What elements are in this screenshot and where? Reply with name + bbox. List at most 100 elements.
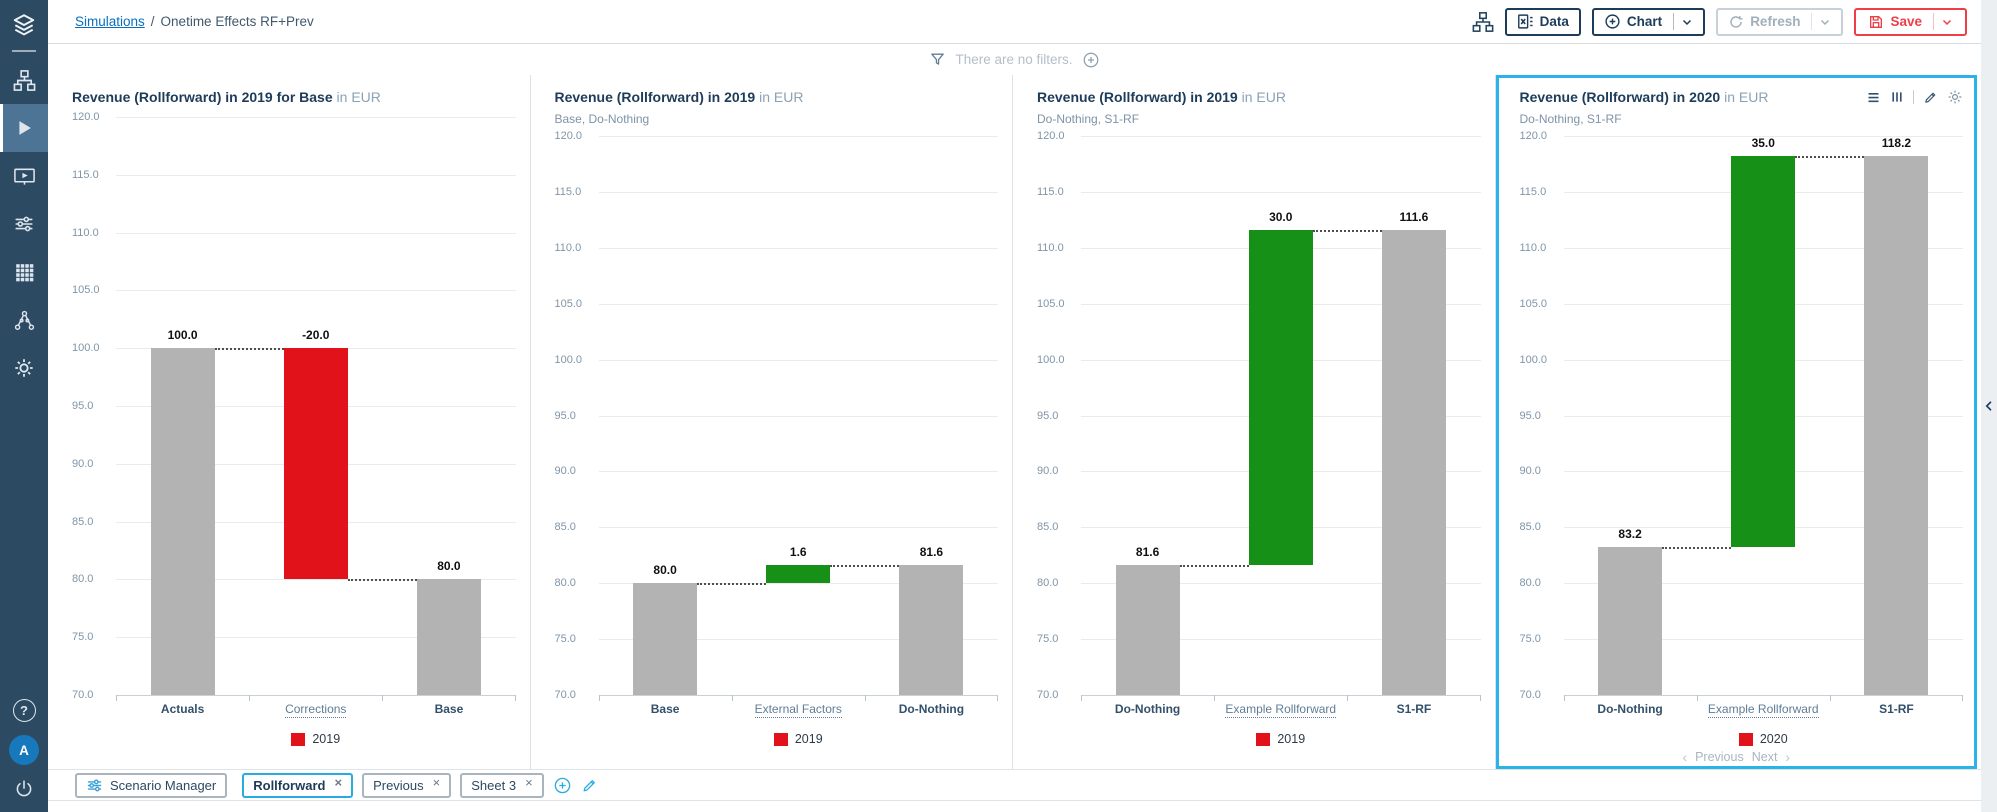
bar-actuals[interactable]	[151, 348, 215, 695]
category-label-s1-rf: S1-RF	[1347, 702, 1480, 716]
chart-title-row: Revenue (Rollforward) in 2019 for Base i…	[72, 89, 516, 107]
chart-panel-3[interactable]: Revenue (Rollforward) in 2019 in EURDo-N…	[1013, 75, 1496, 769]
bar-external-factors[interactable]	[766, 565, 830, 583]
app-logo layers-icon[interactable]	[0, 8, 48, 42]
chart-header: Revenue (Rollforward) in 2019 in EURDo-N…	[1013, 89, 1495, 126]
chart-body: 120.0115.0110.0105.0100.095.090.085.080.…	[1013, 126, 1495, 769]
breadcrumb-link-simulations[interactable]: Simulations	[75, 14, 145, 29]
button-divider	[1933, 13, 1934, 30]
y-tick-label: 95.0	[1520, 410, 1541, 422]
x-axis-tick	[1697, 695, 1698, 701]
category-label-text: Actuals	[161, 702, 204, 716]
help-icon[interactable]: ?	[13, 699, 36, 722]
category-label-text[interactable]: Example Rollforward	[1708, 702, 1819, 718]
refresh-button[interactable]: Refresh	[1716, 8, 1843, 36]
category-axis: Do-NothingExample RollforwardS1-RF	[1564, 695, 1964, 721]
chart-button[interactable]: Chart	[1592, 8, 1705, 36]
chevron-down-icon[interactable]	[1681, 16, 1693, 28]
button-divider	[1811, 13, 1812, 30]
sidebar-item grid-icon[interactable]	[0, 248, 48, 296]
chevron-right-icon: ›	[1785, 749, 1790, 765]
chart-title-suffix: in EUR	[1724, 89, 1768, 105]
sheet-tab-label: Sheet 3	[471, 778, 516, 793]
sitemap-icon[interactable]	[1472, 11, 1494, 33]
bar-corrections[interactable]	[284, 348, 348, 579]
category-label-text[interactable]: External Factors	[755, 702, 842, 718]
y-tick-label: 95.0	[555, 410, 576, 422]
category-label-text[interactable]: Example Rollforward	[1225, 702, 1336, 718]
sidebar-item sitemap-icon[interactable]	[0, 56, 48, 104]
y-tick-label: 70.0	[1520, 689, 1541, 701]
bar-do-nothing[interactable]	[1116, 565, 1180, 695]
chevron-down-icon[interactable]	[1819, 16, 1831, 28]
category-label-text[interactable]: Corrections	[285, 702, 346, 718]
add-filter-icon plus-circle-icon[interactable]	[1082, 51, 1100, 69]
settings-icon[interactable]	[1947, 89, 1963, 105]
scenario-manager-button[interactable]: Scenario Manager	[75, 773, 227, 798]
y-tick-label: 120.0	[72, 111, 100, 123]
legend-swatch	[1256, 733, 1270, 746]
chart-legend: 2019	[599, 725, 999, 753]
sheet-tab-sheet-3[interactable]: Sheet 3 ×	[460, 773, 543, 798]
chevron-left-icon collapse-panel-handle[interactable]	[1983, 399, 1995, 413]
sheet-tab-rollforward[interactable]: Rollforward×	[242, 773, 353, 798]
close-icon[interactable]: ×	[433, 776, 441, 789]
chart-header-icons	[1866, 89, 1963, 105]
category-label-example-rollforward[interactable]: Example Rollforward	[1697, 702, 1830, 716]
sheet-tab-previous[interactable]: Previous×	[362, 773, 451, 798]
edit-icon[interactable]	[1923, 90, 1938, 105]
bar-s1-rf[interactable]	[1864, 156, 1928, 695]
chart-header: Revenue (Rollforward) in 2020 in EURDo-N…	[1496, 89, 1978, 126]
chart-legend: 2019	[1081, 725, 1481, 753]
category-label-external-factors[interactable]: External Factors	[732, 702, 865, 716]
power-icon[interactable]	[13, 778, 35, 800]
avatar[interactable]: A	[9, 735, 39, 765]
chevron-down-icon[interactable]	[1941, 16, 1953, 28]
sidebar-item sliders-icon[interactable]	[0, 200, 48, 248]
chart-panel-1[interactable]: Revenue (Rollforward) in 2019 for Base i…	[48, 75, 531, 769]
y-tick-label: 95.0	[1037, 410, 1058, 422]
sidebar-item play-icon[interactable]	[0, 104, 48, 152]
sheet-tabs: Rollforward× Previous× Sheet 3 ×	[242, 773, 543, 798]
breadcrumb: Simulations / Onetime Effects RF+Prev	[75, 14, 314, 29]
waterfall-connector	[215, 348, 284, 350]
data-button[interactable]: Data	[1505, 8, 1581, 36]
category-label-corrections[interactable]: Corrections	[249, 702, 382, 716]
category-axis: Do-NothingExample RollforwardS1-RF	[1081, 695, 1481, 721]
category-label-example-rollforward[interactable]: Example Rollforward	[1214, 702, 1347, 716]
gridline	[1081, 695, 1481, 696]
save-button[interactable]: Save	[1854, 8, 1967, 36]
plot-area: 120.0115.0110.0105.0100.095.090.085.080.…	[555, 136, 999, 695]
bar-example-rollforward[interactable]	[1731, 156, 1795, 547]
bar-do-nothing[interactable]	[899, 565, 963, 695]
bar-example-rollforward[interactable]	[1249, 230, 1313, 565]
topbar: Simulations / Onetime Effects RF+Prev Da…	[48, 0, 1981, 44]
bar-s1-rf[interactable]	[1382, 230, 1446, 695]
pagination-next[interactable]: Next	[1752, 750, 1778, 764]
chart-panel-2[interactable]: Revenue (Rollforward) in 2019 in EURBase…	[531, 75, 1014, 769]
columns-icon[interactable]	[1890, 90, 1904, 104]
edit-sheets-icon pencil-icon[interactable]	[581, 777, 598, 794]
bar-base[interactable]	[633, 583, 697, 695]
bar-do-nothing[interactable]	[1598, 547, 1662, 695]
x-axis-tick	[1081, 695, 1082, 701]
x-axis-tick	[1962, 695, 1963, 701]
chart-panel-4[interactable]: Revenue (Rollforward) in 2020 in EURDo-N…	[1496, 75, 1978, 769]
y-tick-label: 85.0	[1520, 521, 1541, 533]
x-axis-tick	[515, 695, 516, 701]
sidebar-item gear-icon[interactable]	[0, 344, 48, 392]
funnel-icon[interactable]	[929, 51, 946, 68]
y-tick-label: 75.0	[72, 631, 93, 643]
menu-icon[interactable]	[1866, 90, 1881, 105]
pagination-previous[interactable]: Previous	[1695, 750, 1744, 764]
close-icon[interactable]: ×	[525, 776, 533, 789]
bar-base[interactable]	[417, 579, 481, 695]
y-tick-label: 85.0	[1037, 521, 1058, 533]
add-sheet-icon plus-circle-icon[interactable]	[553, 776, 572, 795]
close-icon[interactable]: ×	[334, 776, 342, 789]
bottom-spacer	[48, 801, 1981, 812]
sidebar-item tree-icon[interactable]	[0, 296, 48, 344]
y-tick-label: 105.0	[1520, 298, 1548, 310]
save-icon	[1868, 14, 1884, 30]
sidebar-item screen-play-icon[interactable]	[0, 152, 48, 200]
